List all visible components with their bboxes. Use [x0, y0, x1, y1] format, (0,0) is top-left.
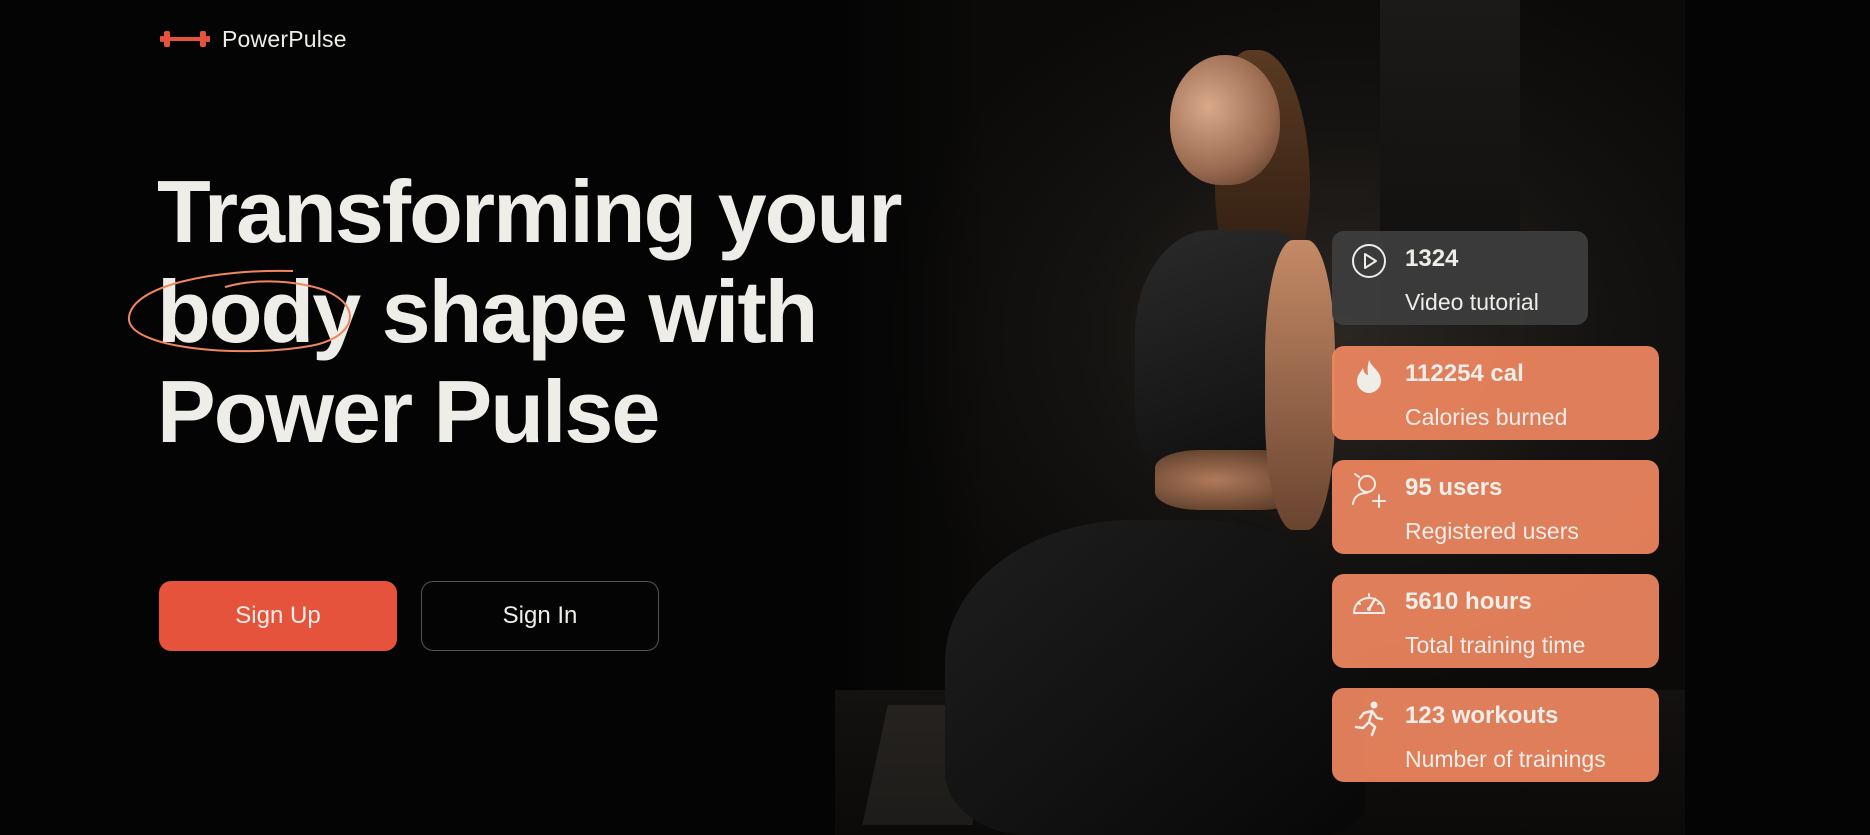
running-icon: [1354, 701, 1384, 737]
sign-in-button[interactable]: Sign In: [421, 581, 659, 651]
athlete-head: [1170, 55, 1280, 185]
hand-drawn-circle-icon: [127, 269, 351, 353]
stat-label: Total training time: [1405, 632, 1586, 658]
stat-value: 112254 cal: [1405, 360, 1524, 387]
flame-icon: [1357, 360, 1381, 393]
headline-line-2: body shape with: [127, 262, 900, 362]
play-icon: [1352, 244, 1386, 278]
headline-line-1: Transforming your: [157, 162, 902, 261]
dumbbell-icon: [160, 31, 210, 47]
headline-highlight: body: [127, 262, 361, 362]
stat-value: 1324: [1405, 245, 1459, 272]
stat-value: 95 users: [1405, 474, 1503, 501]
sign-up-button[interactable]: Sign Up: [159, 581, 397, 651]
brand-name: PowerPulse: [222, 25, 347, 52]
athlete-legs: [945, 520, 1365, 835]
users-add-icon: [1352, 473, 1386, 508]
stat-value: 123 workouts: [1405, 702, 1559, 729]
stat-label: Number of trainings: [1405, 746, 1606, 772]
stat-card-users: 95 users Registered users: [1332, 460, 1659, 554]
headline-line-2-rest: shape with: [381, 262, 819, 361]
speedometer-icon: [1353, 593, 1385, 614]
stat-card-video: 1324 Video tutorial: [1332, 231, 1588, 325]
headline-line-3: Power Pulse: [157, 362, 660, 461]
brand-logo[interactable]: PowerPulse: [160, 26, 347, 52]
stat-card-calories: 112254 cal Calories burned: [1332, 346, 1659, 440]
athlete-arm: [1265, 240, 1335, 530]
page-headline: Transforming your body shape with Power …: [127, 162, 902, 462]
stat-label: Video tutorial: [1405, 289, 1539, 315]
stat-label: Registered users: [1405, 518, 1579, 544]
stat-card-training-time: 5610 hours Total training time: [1332, 574, 1659, 668]
stat-value: 5610 hours: [1405, 588, 1532, 615]
stat-label: Calories burned: [1405, 404, 1568, 430]
stat-card-workouts: 123 workouts Number of trainings: [1332, 688, 1659, 782]
